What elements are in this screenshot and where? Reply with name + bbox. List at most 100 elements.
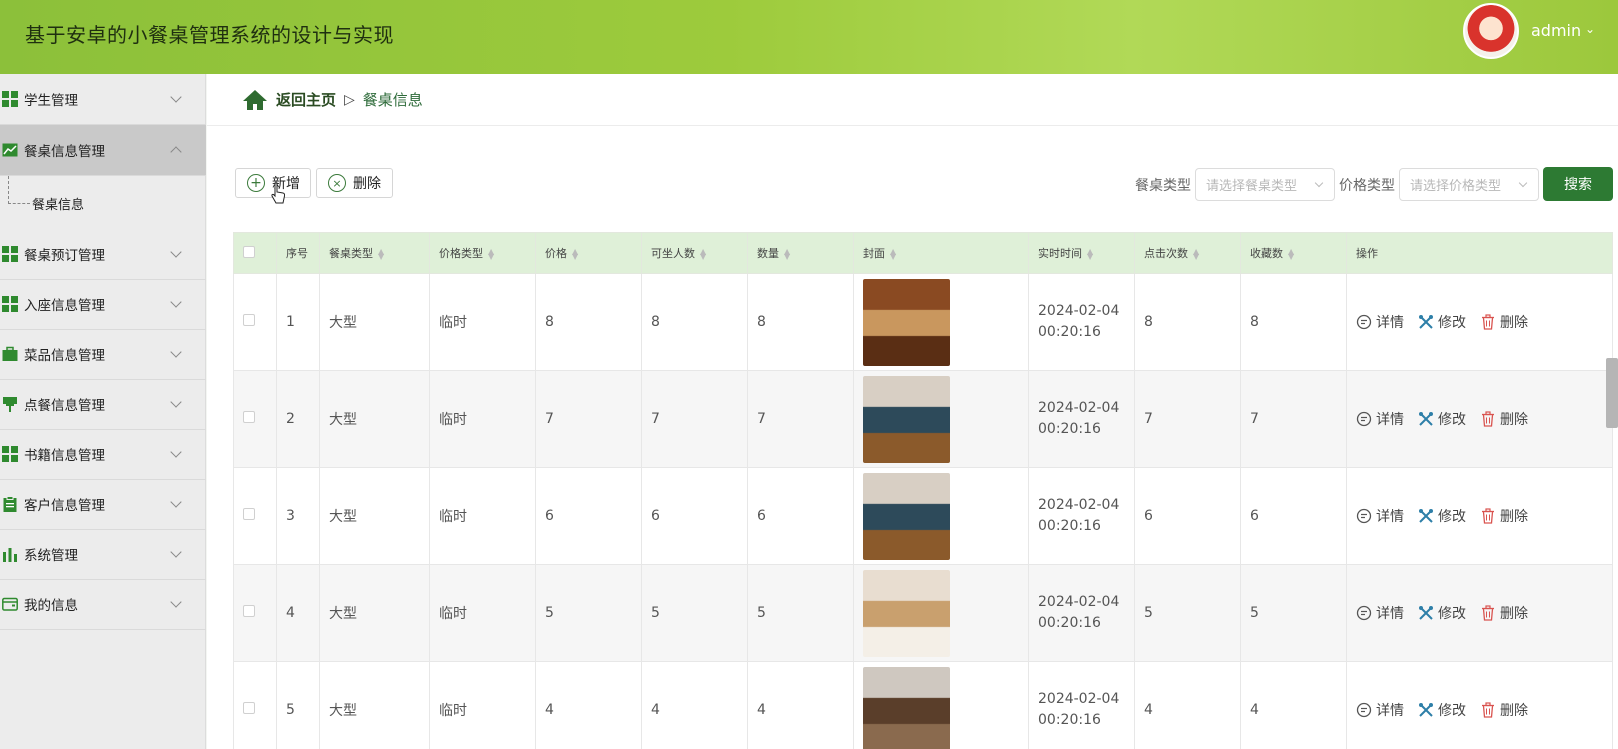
sidebar-item-customers[interactable]: 客户信息管理 <box>0 479 206 530</box>
chevron-down-icon <box>1518 178 1528 187</box>
edit-button[interactable]: 修改 <box>1418 409 1466 429</box>
cell-seats: 4 <box>641 661 748 749</box>
chevron-down-icon[interactable]: ⌄ <box>1585 22 1595 36</box>
sidebar-item-student[interactable]: 学生管理 <box>0 74 206 125</box>
tools-icon <box>1419 412 1433 426</box>
sidebar-item-my-info[interactable]: 我的信息 <box>0 579 206 630</box>
row-checkbox[interactable] <box>243 702 255 714</box>
detail-button[interactable]: 详情 <box>1356 603 1404 623</box>
cell-count: 6 <box>747 467 854 565</box>
row-delete-button[interactable]: 删除 <box>1480 312 1528 332</box>
trash-icon <box>1482 702 1494 718</box>
row-checkbox[interactable] <box>243 508 255 520</box>
column-header[interactable]: 封面 ▲ ▼ <box>853 232 1029 274</box>
row-select-cell[interactable] <box>233 370 277 468</box>
table-type-placeholder: 请选择餐桌类型 <box>1206 179 1298 194</box>
cover-image[interactable] <box>863 375 950 463</box>
chart-icon <box>2 143 18 157</box>
row-select-cell[interactable] <box>233 661 277 749</box>
bar-chart-icon <box>3 548 17 562</box>
edit-button[interactable]: 修改 <box>1418 312 1466 332</box>
sort-icon[interactable]: ▲ ▼ <box>1288 248 1294 261</box>
user-menu-name[interactable]: admin <box>1531 21 1581 40</box>
sidebar-subitem-label: 餐桌信息 <box>32 198 85 213</box>
sort-icon[interactable]: ▲ ▼ <box>1193 248 1199 261</box>
sidebar-item-books[interactable]: 书籍信息管理 <box>0 429 206 480</box>
data-table: 序号 餐桌类型 ▲ ▼ 价格类型 ▲ ▼ 价格 ▲ ▼ 可坐人数 ▲ ▼ 数量 ▲ ▼ 封面 ▲ ▼ 实… <box>233 232 1613 749</box>
cell-count: 5 <box>747 564 854 662</box>
column-header[interactable]: 点击次数 ▲ ▼ <box>1134 232 1241 274</box>
price-type-label: 价格类型 <box>1339 178 1395 194</box>
row-select-cell[interactable] <box>233 564 277 662</box>
cell-actions: 详情 修改 删除 <box>1346 467 1613 565</box>
scrollbar-thumb[interactable] <box>1606 358 1618 428</box>
sidebar-subitem-table-info[interactable]: 餐桌信息 <box>0 176 206 231</box>
sidebar-item-table-info[interactable]: 餐桌信息管理 <box>0 125 206 176</box>
row-delete-button[interactable]: 删除 <box>1480 603 1528 623</box>
column-header[interactable]: 收藏数 ▲ ▼ <box>1240 232 1347 274</box>
cell-seats: 7 <box>641 370 748 468</box>
sidebar-item-system[interactable]: 系统管理 <box>0 529 206 580</box>
table-row: 4 大型 临时 5 5 5 2024-02-04 00:20:16 5 5 详情 修改 删除 <box>233 564 1613 662</box>
cell-count: 7 <box>747 370 854 468</box>
row-delete-button[interactable]: 删除 <box>1480 506 1528 526</box>
cell-seats: 8 <box>641 273 748 371</box>
delete-button[interactable]: × 删除 <box>316 168 393 198</box>
row-checkbox[interactable] <box>243 314 255 326</box>
row-delete-button[interactable]: 删除 <box>1480 700 1528 720</box>
detail-button[interactable]: 详情 <box>1356 312 1404 332</box>
sidebar-item-label: 餐桌信息管理 <box>24 144 105 160</box>
detail-button[interactable]: 详情 <box>1356 700 1404 720</box>
column-header[interactable]: 数量 ▲ ▼ <box>747 232 854 274</box>
user-avatar[interactable] <box>1463 3 1519 59</box>
chevron-down-icon <box>170 246 182 258</box>
column-header[interactable]: 餐桌类型 ▲ ▼ <box>319 232 430 274</box>
sidebar-item-label: 菜品信息管理 <box>24 348 105 364</box>
detail-button[interactable]: 详情 <box>1356 409 1404 429</box>
sort-icon[interactable]: ▲ ▼ <box>378 248 384 261</box>
cover-image[interactable] <box>863 278 950 366</box>
sidebar-item-orders[interactable]: 点餐信息管理 <box>0 379 206 430</box>
row-checkbox[interactable] <box>243 605 255 617</box>
sort-icon[interactable]: ▲ ▼ <box>572 248 578 261</box>
column-header[interactable]: 实时时间 ▲ ▼ <box>1028 232 1135 274</box>
sidebar-item-dishes[interactable]: 菜品信息管理 <box>0 329 206 380</box>
detail-button[interactable]: 详情 <box>1356 506 1404 526</box>
sort-icon[interactable]: ▲ ▼ <box>784 248 790 261</box>
cell-clicks: 6 <box>1134 467 1241 565</box>
sort-icon[interactable]: ▲ ▼ <box>890 248 896 261</box>
price-type-placeholder: 请选择价格类型 <box>1410 179 1502 194</box>
search-button[interactable]: 搜索 <box>1543 167 1613 201</box>
column-header[interactable]: 价格 ▲ ▼ <box>535 232 642 274</box>
price-type-select[interactable]: 请选择价格类型 <box>1399 168 1539 201</box>
sort-icon[interactable]: ▲ ▼ <box>488 248 494 261</box>
home-icon[interactable] <box>242 89 268 111</box>
row-checkbox[interactable] <box>243 411 255 423</box>
column-header: 序号 <box>276 232 320 274</box>
chevron-down-icon <box>170 91 182 103</box>
column-header[interactable]: 可坐人数 ▲ ▼ <box>641 232 748 274</box>
sidebar: 学生管理 餐桌信息管理 餐桌信息 餐桌预订管理 入座信息管理 菜品信息管理 点餐… <box>0 74 206 749</box>
select-all-header[interactable] <box>233 232 277 274</box>
sidebar-item-seating[interactable]: 入座信息管理 <box>0 279 206 330</box>
cell-date: 2024-02-04 <box>1038 691 1120 707</box>
row-select-cell[interactable] <box>233 467 277 565</box>
column-header: 操作 <box>1346 232 1613 274</box>
edit-button[interactable]: 修改 <box>1418 506 1466 526</box>
row-delete-button[interactable]: 删除 <box>1480 409 1528 429</box>
edit-button[interactable]: 修改 <box>1418 603 1466 623</box>
sidebar-item-reservation[interactable]: 餐桌预订管理 <box>0 229 206 280</box>
sort-icon[interactable]: ▲ ▼ <box>700 248 706 261</box>
sort-icon[interactable]: ▲ ▼ <box>1087 248 1093 261</box>
cell-date: 2024-02-04 <box>1038 497 1120 513</box>
cover-image[interactable] <box>863 472 950 560</box>
row-select-cell[interactable] <box>233 273 277 371</box>
select-all-checkbox[interactable] <box>243 245 255 258</box>
cover-image[interactable] <box>863 569 950 657</box>
edit-button[interactable]: 修改 <box>1418 700 1466 720</box>
column-header[interactable]: 价格类型 ▲ ▼ <box>429 232 536 274</box>
cover-image[interactable] <box>863 666 950 749</box>
tools-icon <box>1419 509 1433 523</box>
breadcrumb-home-link[interactable]: 返回主页 <box>276 89 336 110</box>
table-type-select[interactable]: 请选择餐桌类型 <box>1195 168 1335 201</box>
